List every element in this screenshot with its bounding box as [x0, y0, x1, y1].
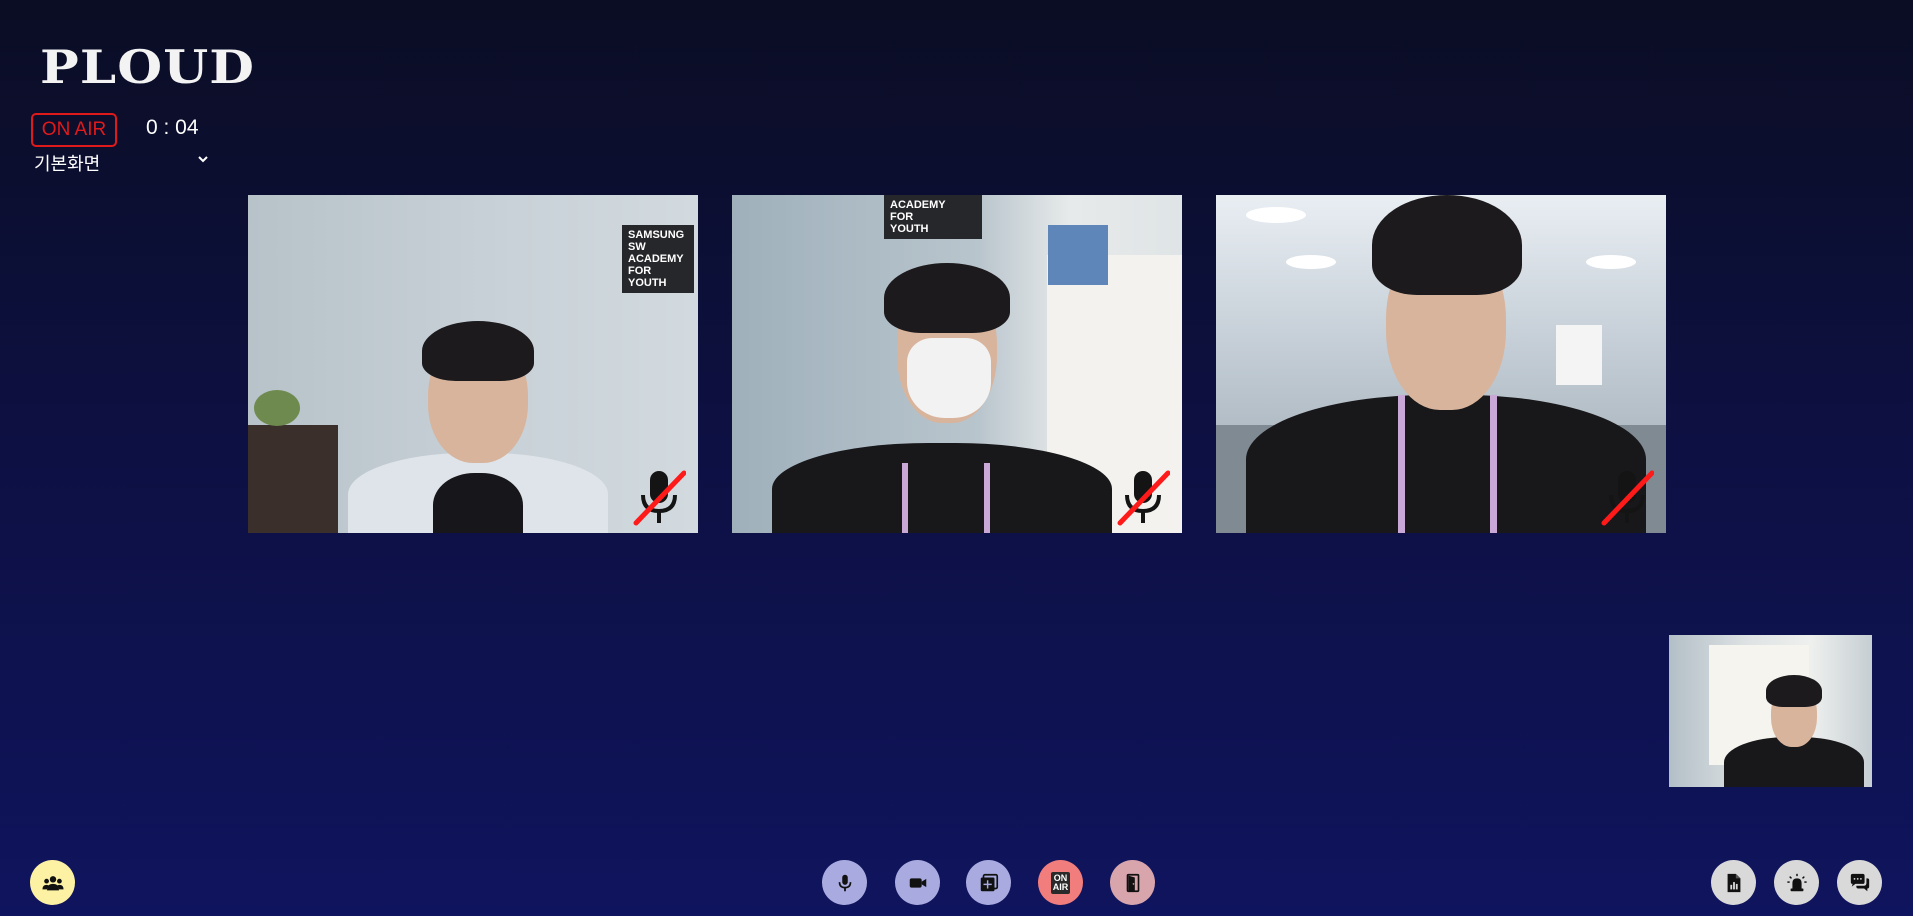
share-button[interactable] [966, 860, 1011, 905]
video-camera-icon [909, 877, 926, 888]
banner-line: FOR [890, 211, 914, 223]
participant-person [1246, 195, 1646, 533]
chat-button[interactable] [1837, 860, 1882, 905]
chevron-down-icon [196, 152, 210, 169]
participants-button[interactable] [30, 860, 75, 905]
banner-line: ACADEMY [890, 199, 946, 211]
participant-video-tile: ACADEMY FOR YOUTH [732, 195, 1182, 533]
participant-video-tile [1216, 195, 1666, 533]
microphone-icon [838, 874, 851, 891]
bookshelf [248, 425, 338, 533]
door-exit-icon [1126, 873, 1139, 892]
chat-bubbles-icon [1850, 873, 1869, 891]
banner-line: SW [628, 241, 646, 253]
mic-muted-icon [1116, 467, 1171, 527]
layout-select-value: 기본화면 [34, 154, 101, 174]
add-square-icon [980, 873, 998, 891]
camera-button[interactable] [895, 860, 940, 905]
banner-line: YOUTH [628, 277, 667, 289]
onair-status-badge: ON AIR [31, 113, 117, 147]
app-logo: PLOUD [40, 40, 256, 94]
banner-line: ACADEMY [628, 253, 684, 265]
participant-video-tile: SAMSUNG SW ACADEMY FOR YOUTH [248, 195, 698, 533]
self-person [1714, 657, 1864, 787]
on-air-icon: ON AIR [1050, 871, 1071, 894]
onair-button[interactable]: ON AIR [1038, 860, 1083, 905]
siren-icon [1786, 873, 1807, 891]
banner-line: FOR [628, 265, 652, 277]
exit-button[interactable] [1110, 860, 1155, 905]
onair-label-line: AIR [1052, 881, 1069, 892]
mic-button[interactable] [822, 860, 867, 905]
mic-muted-icon [1600, 467, 1655, 527]
academy-banner: SAMSUNG SW ACADEMY FOR YOUTH [622, 225, 694, 293]
report-button[interactable] [1711, 860, 1756, 905]
alarm-button[interactable] [1774, 860, 1819, 905]
layout-select[interactable]: 기본화면 [34, 150, 210, 176]
people-icon [41, 875, 64, 890]
mic-muted-icon [632, 467, 687, 527]
document-chart-icon [1727, 873, 1740, 892]
plant [254, 390, 300, 426]
participant-person [338, 303, 618, 533]
broadcast-timer: 0 : 04 [146, 116, 199, 139]
participant-person [772, 233, 1112, 533]
banner-line: SAMSUNG [628, 229, 685, 241]
self-video-preview [1669, 635, 1872, 787]
